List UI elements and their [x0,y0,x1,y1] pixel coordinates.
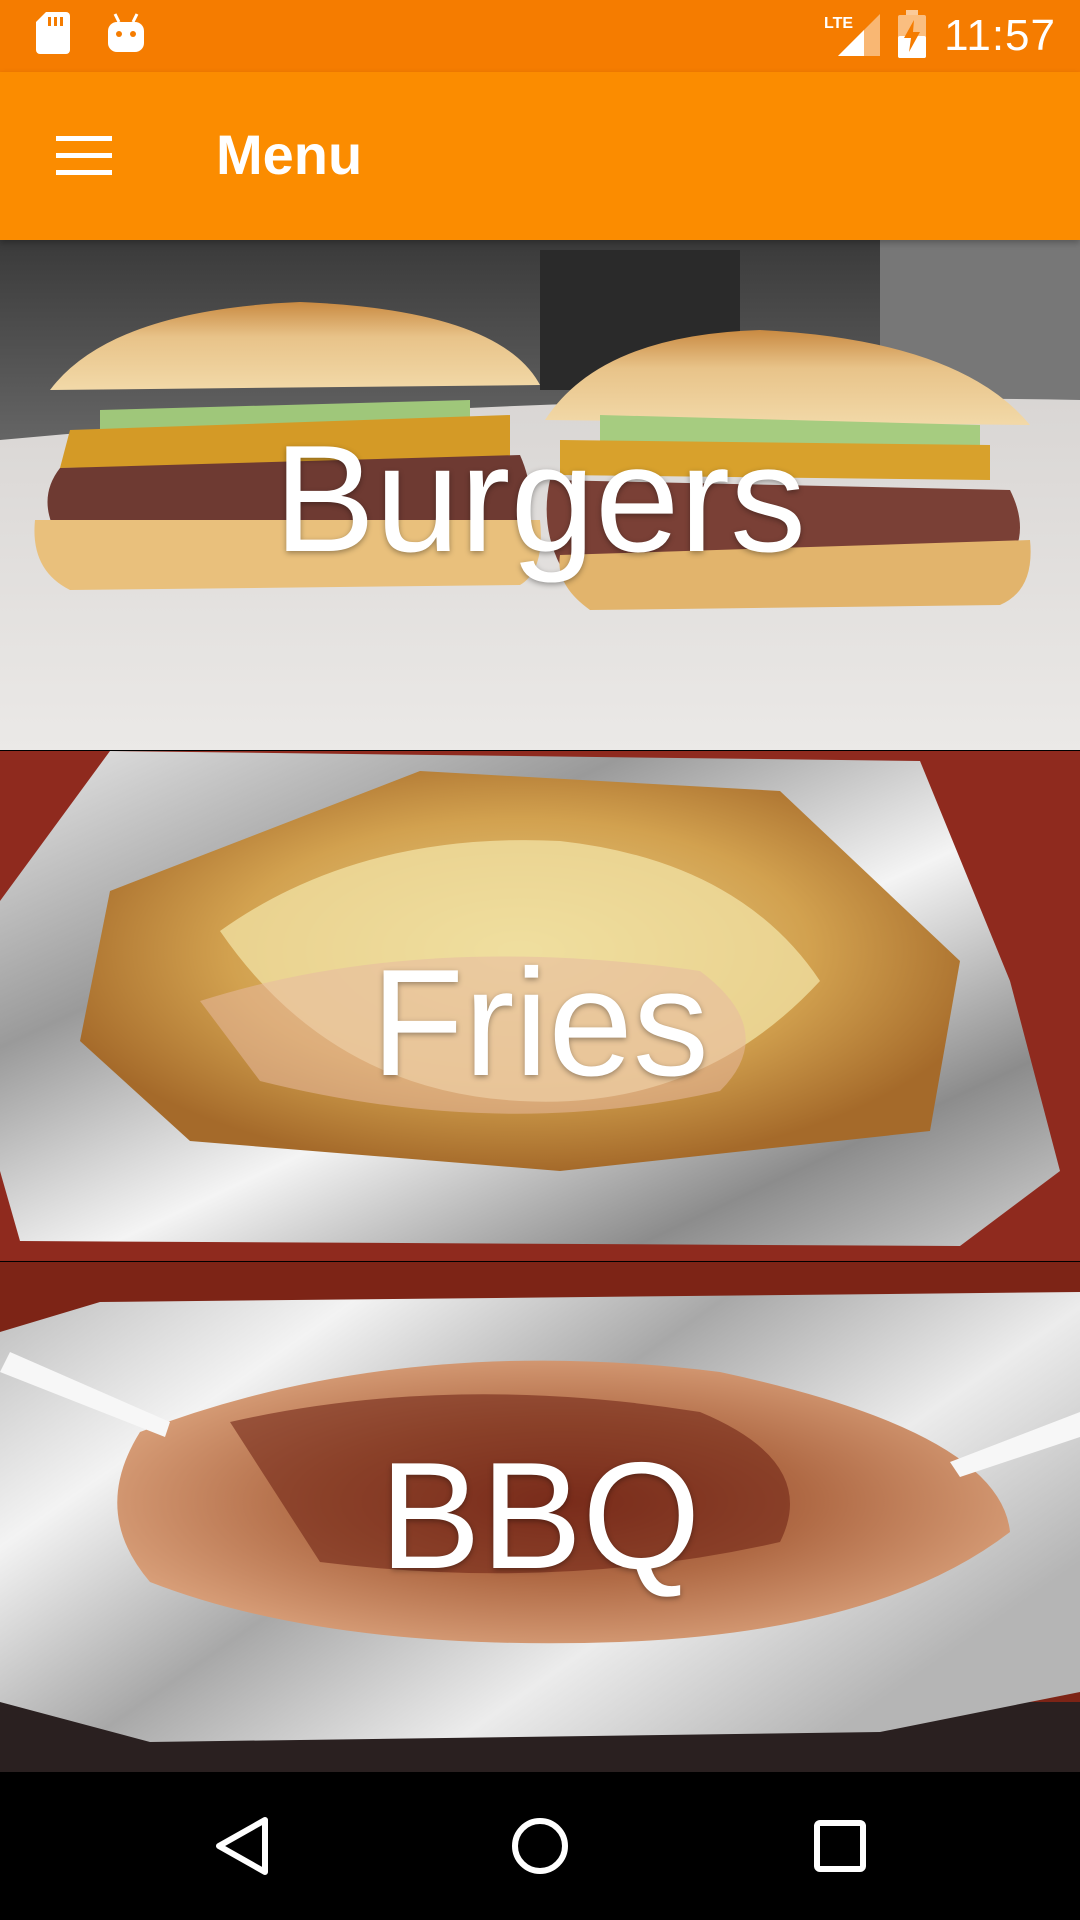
recents-icon [814,1820,866,1872]
back-icon [216,1817,268,1875]
status-bar: LTE 11:57 [0,0,1080,72]
category-burgers[interactable]: Burgers [0,240,1080,750]
battery-charging-icon [898,9,927,63]
home-icon [512,1818,568,1874]
hamburger-menu-button[interactable] [40,116,124,196]
lte-signal-icon: LTE [824,12,881,61]
clock: 11:57 [944,11,1056,60]
svg-text:LTE: LTE [824,15,853,32]
back-button[interactable] [203,1806,283,1886]
category-label: Fries [371,938,709,1108]
page-title: Menu [216,123,363,186]
home-button[interactable] [500,1806,580,1886]
android-debug-icon [108,12,144,54]
hamburger-menu-icon [56,136,112,175]
category-fries[interactable]: Fries [0,751,1080,1261]
category-label: Burgers [273,414,807,584]
system-nav-bar [0,1772,1080,1920]
sd-card-icon [36,12,70,54]
category-bbq[interactable]: BBQ [0,1262,1080,1772]
recents-button[interactable] [800,1806,880,1886]
category-label: BBQ [379,1431,701,1601]
app-bar: Menu [0,72,1080,240]
